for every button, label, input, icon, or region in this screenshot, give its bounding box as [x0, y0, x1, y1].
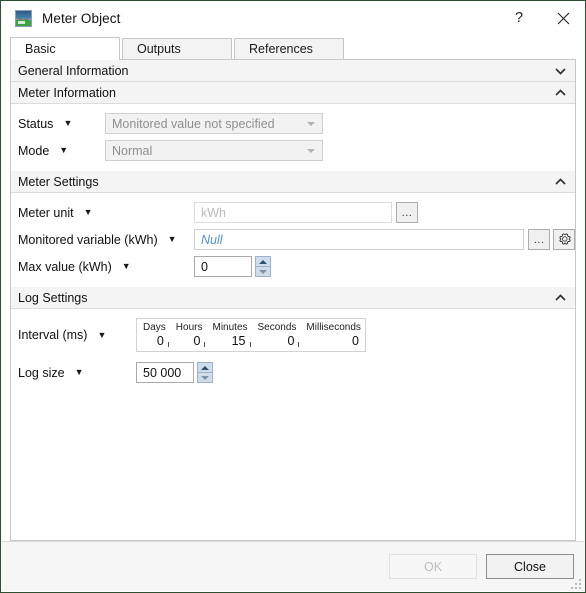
label-log-size: Log size [18, 365, 65, 380]
tab-references[interactable]: References [234, 38, 344, 59]
interval-col-hours[interactable]: Hours 0 [170, 321, 207, 349]
dialog-footer: OK Close [2, 541, 584, 591]
row-meter-unit: Meter unit ▼ kWh ... [11, 199, 575, 226]
log-size-decrement-button[interactable] [197, 373, 213, 383]
label-monitored-variable: Monitored variable (kWh) [18, 232, 158, 247]
interval-value-seconds: 0 [287, 334, 295, 348]
mode-combobox[interactable]: Normal [105, 140, 323, 161]
status-options-caret-icon[interactable]: ▼ [63, 119, 72, 128]
log-size-input[interactable]: 50 000 [136, 362, 194, 383]
meter-unit-input[interactable]: kWh [194, 202, 392, 223]
landscape-photo-icon [15, 9, 32, 27]
interval-field[interactable]: Days 0 Hours 0 Minutes 15 Seconds 0 Mill… [136, 318, 366, 352]
group-body-meter-information: Status ▼ Monitored value not specified M… [11, 104, 575, 171]
help-button[interactable]: ? [497, 2, 541, 34]
log-size-text: 50 000 [143, 365, 182, 380]
resize-grip[interactable] [569, 577, 581, 589]
interval-value-minutes: 15 [231, 334, 246, 348]
meter-unit-placeholder: kWh [201, 205, 226, 220]
max-value-increment-button[interactable] [255, 256, 271, 267]
meter-unit-options-caret-icon[interactable]: ▼ [84, 208, 93, 217]
monitored-variable-input[interactable]: Null [194, 229, 525, 250]
group-title-meter-information: Meter Information [18, 85, 116, 100]
tab-outputs[interactable]: Outputs [122, 38, 232, 59]
max-value-input[interactable]: 0 [194, 256, 252, 277]
max-value-stepper[interactable] [255, 256, 271, 277]
interval-header-hours: Hours [175, 322, 203, 333]
close-button[interactable]: Close [486, 554, 574, 579]
label-mode: Mode [18, 143, 50, 158]
meter-object-dialog: Meter Object ? Basic Outputs References … [0, 0, 586, 593]
mode-value: Normal [112, 143, 153, 158]
label-meter-unit: Meter unit [18, 205, 74, 220]
max-value-options-caret-icon[interactable]: ▼ [122, 262, 131, 271]
label-max-value: Max value (kWh) [18, 259, 112, 274]
triangle-up-icon [259, 259, 267, 264]
row-max-value: Max value (kWh) ▼ 0 [11, 253, 575, 280]
interval-value-hours: 0 [193, 334, 201, 348]
group-title-general-information: General Information [18, 63, 129, 78]
titlebar: Meter Object ? [1, 1, 585, 35]
group-title-meter-settings: Meter Settings [18, 174, 99, 189]
log-size-options-caret-icon[interactable]: ▼ [75, 368, 84, 377]
chevron-down-icon [307, 121, 315, 126]
group-header-meter-settings[interactable]: Meter Settings [11, 171, 575, 193]
log-size-increment-button[interactable] [197, 362, 213, 373]
group-title-log-settings: Log Settings [18, 290, 88, 305]
group-header-meter-information[interactable]: Meter Information [11, 82, 575, 104]
log-size-stepper[interactable] [197, 362, 213, 383]
basic-tab-panel: General Information Meter Information St… [10, 59, 576, 541]
interval-col-milliseconds[interactable]: Milliseconds 0 [300, 321, 364, 349]
chevron-up-icon[interactable] [555, 171, 566, 192]
window-title: Meter Object [42, 10, 121, 26]
interval-col-minutes[interactable]: Minutes 15 [206, 321, 251, 349]
row-mode: Mode ▼ Normal [11, 137, 575, 164]
triangle-down-icon [201, 375, 209, 380]
chevron-up-icon[interactable] [555, 287, 566, 308]
interval-value-days: 0 [156, 334, 164, 348]
ok-button[interactable]: OK [389, 554, 477, 579]
status-combobox[interactable]: Monitored value not specified [105, 113, 323, 134]
row-interval: Interval (ms) ▼ Days 0 Hours 0 Minutes 1… [11, 315, 575, 355]
chevron-up-icon[interactable] [555, 82, 566, 103]
max-value-text: 0 [201, 259, 208, 274]
interval-header-milliseconds: Milliseconds [306, 322, 361, 333]
mode-options-caret-icon[interactable]: ▼ [59, 146, 68, 155]
triangle-up-icon [201, 365, 209, 370]
group-body-meter-settings: Meter unit ▼ kWh ... Monitored variable … [11, 193, 575, 287]
monitored-variable-browse-button[interactable]: ... [528, 229, 551, 250]
interval-options-caret-icon[interactable]: ▼ [97, 330, 106, 340]
chevron-down-icon[interactable] [555, 60, 566, 81]
interval-header-minutes: Minutes [212, 322, 248, 333]
tab-strip: Basic Outputs References [10, 37, 585, 60]
interval-col-seconds[interactable]: Seconds 0 [252, 321, 301, 349]
group-header-log-settings[interactable]: Log Settings [11, 287, 575, 309]
label-interval: Interval (ms) [18, 328, 88, 342]
titlebar-buttons: ? [497, 1, 585, 35]
interval-header-seconds: Seconds [257, 322, 297, 333]
group-body-log-settings: Interval (ms) ▼ Days 0 Hours 0 Minutes 1… [11, 309, 575, 393]
row-status: Status ▼ Monitored value not specified [11, 110, 575, 137]
group-header-general-information[interactable]: General Information [11, 60, 575, 82]
gear-icon[interactable] [553, 229, 575, 250]
interval-value-milliseconds: 0 [351, 334, 359, 348]
label-status: Status [18, 116, 54, 131]
meter-unit-browse-button[interactable]: ... [396, 202, 418, 223]
row-log-size: Log size ▼ 50 000 [11, 359, 575, 386]
chevron-down-icon [307, 148, 315, 153]
row-monitored-variable: Monitored variable (kWh) ▼ Null ... [11, 226, 575, 253]
status-value: Monitored value not specified [112, 116, 275, 131]
interval-col-days[interactable]: Days 0 [137, 321, 170, 349]
triangle-down-icon [259, 269, 267, 274]
max-value-decrement-button[interactable] [255, 267, 271, 277]
monitored-variable-value: Null [201, 232, 223, 247]
tab-basic[interactable]: Basic [10, 37, 120, 60]
close-icon[interactable] [541, 2, 585, 34]
interval-header-days: Days [143, 322, 166, 333]
monitored-variable-options-caret-icon[interactable]: ▼ [168, 235, 177, 244]
